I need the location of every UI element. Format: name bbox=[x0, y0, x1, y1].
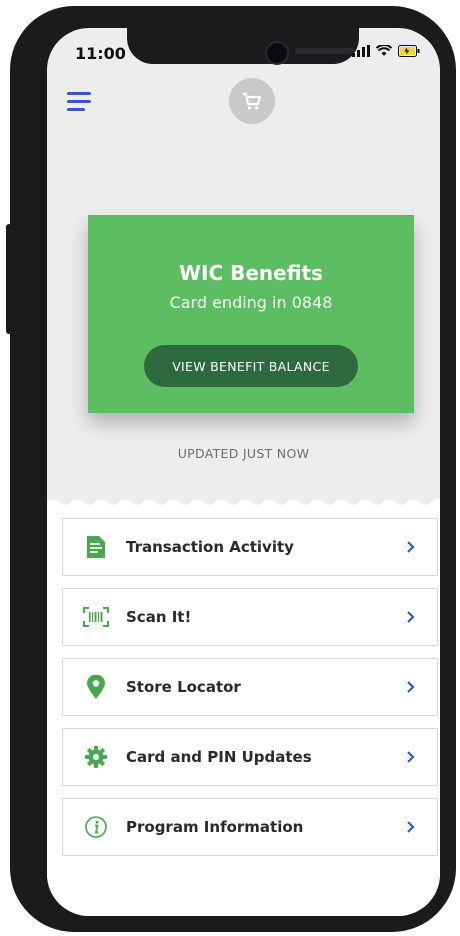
card-title: WIC Benefits bbox=[178, 261, 324, 285]
app-screen: 11:00 WIC Benefits Card ending in 0848 V… bbox=[47, 28, 440, 916]
wifi-icon bbox=[376, 45, 392, 56]
app-header bbox=[47, 78, 440, 128]
chevron-right-icon bbox=[407, 681, 415, 693]
menu-item-store-locator[interactable]: Store Locator bbox=[62, 658, 438, 716]
hamburger-menu-icon[interactable] bbox=[67, 92, 91, 112]
menu-list: Transaction Activity Scan It! Store Loca… bbox=[47, 508, 440, 916]
chevron-right-icon bbox=[407, 541, 415, 553]
chevron-right-icon bbox=[407, 751, 415, 763]
menu-item-card-pin-updates[interactable]: Card and PIN Updates bbox=[62, 728, 438, 786]
gear-icon bbox=[83, 744, 109, 770]
menu-item-program-information[interactable]: Program Information bbox=[62, 798, 438, 856]
speaker bbox=[295, 48, 355, 54]
barcode-scan-icon bbox=[83, 604, 109, 630]
chevron-right-icon bbox=[407, 611, 415, 623]
menu-item-transaction-activity[interactable]: Transaction Activity bbox=[62, 518, 438, 576]
info-icon bbox=[83, 814, 109, 840]
camera bbox=[265, 41, 289, 65]
menu-item-label: Program Information bbox=[126, 818, 304, 836]
phone-frame: 11:00 WIC Benefits Card ending in 0848 V… bbox=[6, 6, 456, 932]
side-button bbox=[6, 224, 12, 334]
menu-item-label: Scan It! bbox=[126, 608, 192, 626]
menu-item-label: Card and PIN Updates bbox=[126, 748, 312, 766]
menu-item-label: Store Locator bbox=[126, 678, 241, 696]
status-time: 11:00 bbox=[75, 44, 126, 63]
battery-icon bbox=[398, 45, 420, 57]
notch bbox=[127, 28, 359, 65]
document-icon bbox=[83, 534, 109, 560]
updated-status: UPDATED JUST NOW bbox=[177, 446, 310, 461]
menu-item-label: Transaction Activity bbox=[126, 538, 294, 556]
signal-icon bbox=[352, 45, 370, 57]
chevron-right-icon bbox=[407, 821, 415, 833]
cart-logo-icon bbox=[229, 78, 275, 124]
view-benefit-balance-button[interactable]: VIEW BENEFIT BALANCE bbox=[144, 345, 358, 387]
benefits-card: WIC Benefits Card ending in 0848 VIEW BE… bbox=[88, 215, 414, 413]
status-icons bbox=[352, 45, 420, 57]
location-pin-icon bbox=[83, 674, 109, 700]
card-subtitle: Card ending in 0848 bbox=[169, 293, 333, 312]
menu-item-scan-it[interactable]: Scan It! bbox=[62, 588, 438, 646]
